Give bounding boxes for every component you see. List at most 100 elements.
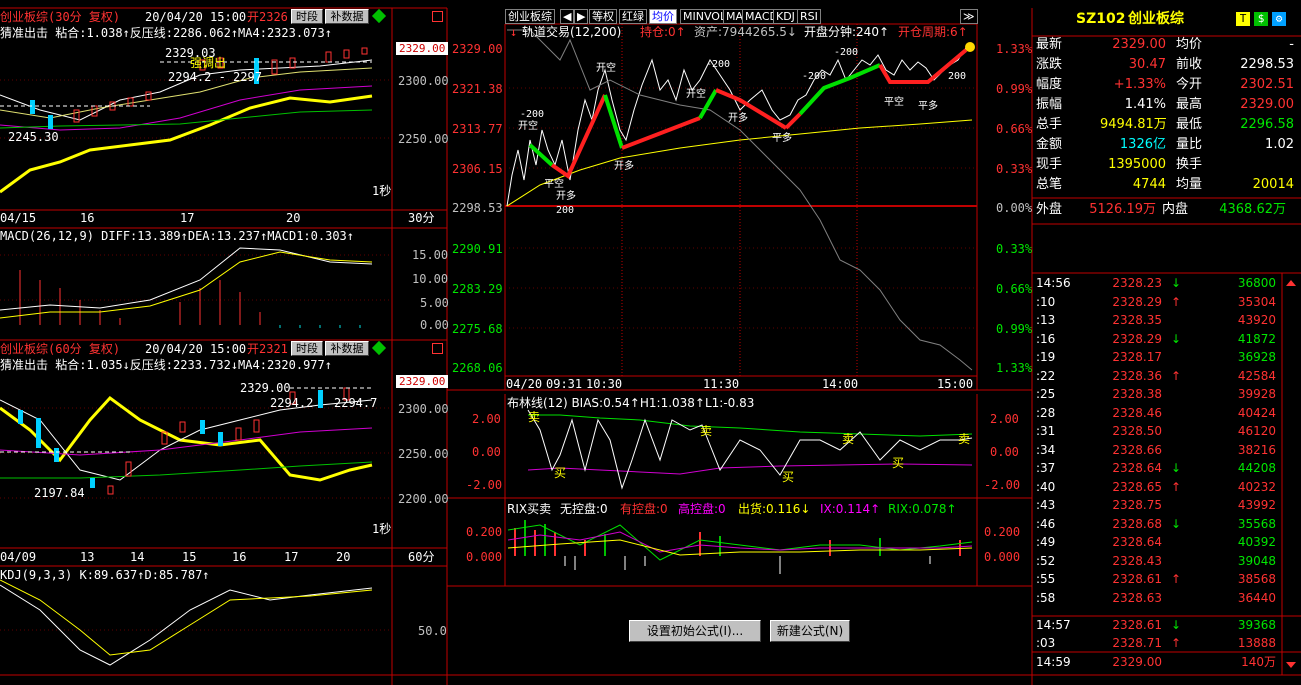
rix-bars [514, 520, 961, 574]
tick-time: :03 [1036, 636, 1056, 650]
quote-value: 4744 [1132, 177, 1166, 192]
quote-value: - [1289, 37, 1294, 52]
tick-price: 2328.35 [1112, 313, 1162, 327]
tick-volume: 44208 [1237, 461, 1276, 475]
signal-label: 开多 [556, 191, 576, 202]
macd-y-tick: 0.00 [420, 318, 449, 332]
tick-row: :46 2328.68 ↓ 35568 [1036, 517, 1282, 535]
intraday-x-tick: 14:00 [822, 377, 859, 391]
new-formula-button[interactable]: 新建公式(N) [770, 620, 850, 642]
right-pct-tick: 0.33% [996, 242, 1033, 256]
quote-value: 2329.00 [1240, 97, 1294, 112]
tab-prev-arrow[interactable]: ◀ [560, 9, 575, 24]
maximize-icon[interactable] [432, 11, 443, 22]
tab-index-name[interactable]: 创业板综 [505, 9, 555, 24]
tick-price: 2328.66 [1112, 442, 1162, 457]
tick-row: :25 2328.38 39928 [1036, 387, 1282, 405]
settings-icon[interactable]: ⚙ [1272, 12, 1286, 26]
signal-label: 平多 [918, 101, 938, 112]
tick-volume: 39928 [1237, 387, 1276, 401]
right-pct-tick: 0.66% [996, 122, 1033, 136]
signal-label: 平空 [884, 97, 904, 108]
left-price-tick: 2268.06 [452, 361, 503, 375]
rix-y-tick: 0.000 [466, 550, 503, 564]
tick-volume: 43920 [1237, 313, 1276, 327]
tick-dir-arrow: ↓ [1170, 461, 1182, 475]
chart60-period[interactable]: 60分 [408, 550, 434, 564]
signal-label: 开多 [728, 113, 748, 124]
dollar-icon[interactable]: $ [1254, 12, 1268, 26]
tick-time: :34 [1036, 442, 1056, 457]
fill-data-button[interactable]: 补数据 [325, 341, 369, 356]
boll-y-tick: -2.00 [466, 478, 503, 492]
rix-part: 有控盘:0 [620, 502, 668, 516]
tick-dir-arrow: ↑ [1170, 479, 1182, 494]
tick-price: 2328.36 [1112, 368, 1162, 383]
tab-kdj[interactable]: KDJ [773, 9, 798, 24]
rix-part: 高控盘:0 [678, 502, 726, 516]
chart60-y-tick: 2300.00 [398, 402, 449, 416]
rix-y-tick: 0.200 [984, 525, 1021, 539]
tab-next-arrow[interactable]: ▶ [574, 9, 589, 24]
right-pct-tick: 0.33% [996, 162, 1033, 176]
tick-price: 2328.17 [1112, 350, 1162, 364]
tick-row: :16 2328.29 ↓ 41872 [1036, 332, 1282, 350]
tab-equal-weight[interactable]: 等权 [589, 9, 617, 24]
reset-formula-button[interactable]: 设置初始公式(I)... [629, 620, 761, 642]
tick-volume: 38216 [1237, 442, 1276, 457]
fill-data-button[interactable]: 补数据 [325, 9, 369, 24]
tick-row: 14:57 2328.61 ↓ 39368 [1036, 618, 1282, 636]
signal-label: -200 [706, 59, 731, 70]
left-price-tick: 2298.53 [452, 201, 503, 215]
tab-minvol[interactable]: MINVOL [680, 9, 730, 24]
expand-button[interactable]: ≫ [960, 9, 978, 24]
tick-row: :58 2328.63 36440 [1036, 591, 1282, 609]
hold-label: 持仓:0↑ [640, 25, 686, 39]
tick-time: 14:57 [1036, 618, 1071, 632]
chart60-x-tick: 14 [130, 550, 145, 564]
tab-rsi[interactable]: RSI [797, 9, 821, 24]
chart60-annotation: 2197.84 [34, 486, 85, 500]
maximize-icon[interactable] [432, 343, 443, 354]
chart60-annotation: 2294.2 [270, 396, 314, 410]
right-pct-tick: 0.99% [996, 322, 1033, 336]
chart60-open: 开2321 [247, 342, 288, 356]
tick-volume: 41872 [1237, 331, 1276, 346]
intraday-x-tick: 11:30 [703, 377, 740, 391]
tick-price: 2328.64 [1112, 535, 1162, 549]
chart30-annotation: 1秒 [372, 184, 392, 198]
tick-dir-arrow: ↓ [1170, 331, 1182, 346]
kdj-title: KDJ(9,3,3) K:89.637↑D:85.787↑ [0, 568, 210, 582]
quote-label: 总笔 [1036, 177, 1063, 192]
kdj-y-tick: 50.0 [418, 624, 447, 638]
chart30-annotation: 2245.30 [8, 130, 59, 144]
tick-time: :37 [1036, 461, 1056, 475]
tick-volume: 39048 [1237, 553, 1276, 568]
chart60-price-box: 2329.00 [396, 375, 449, 388]
t-icon[interactable]: T [1236, 12, 1250, 26]
tab-avg-price[interactable]: 均价 [649, 9, 677, 24]
time-period-button[interactable]: 时段 [291, 9, 323, 24]
right-pct-tick: 1.33% [996, 361, 1033, 375]
macd-y-tick: 5.00 [420, 296, 449, 310]
tick-price: 2328.75 [1112, 498, 1162, 512]
tick-volume: 140万 [1241, 655, 1276, 669]
tick-volume: 42584 [1237, 368, 1276, 383]
boll-sell-mark: 卖 [528, 410, 541, 424]
chart30-period[interactable]: 30分 [408, 211, 434, 225]
quote-label: 幅度 [1036, 77, 1063, 92]
quote-label: 涨跌 [1036, 57, 1063, 72]
tick-price: 2328.23 [1112, 276, 1162, 290]
quote-value: 1.02 [1265, 137, 1294, 152]
tick-volume: 36928 [1237, 350, 1276, 364]
tick-time: :19 [1036, 350, 1056, 364]
ma-white-line-30 [0, 59, 373, 121]
tick-time: 14:59 [1036, 655, 1071, 669]
tick-volume: 40424 [1237, 405, 1276, 420]
tab-red-green[interactable]: 红绿 [619, 9, 647, 24]
quote-value: 1326亿 [1119, 137, 1166, 152]
time-period-button[interactable]: 时段 [291, 341, 323, 356]
smiley-icon [965, 42, 975, 52]
tick-row: :13 2328.35 43920 [1036, 313, 1282, 331]
signal-label: 200 [948, 71, 967, 82]
